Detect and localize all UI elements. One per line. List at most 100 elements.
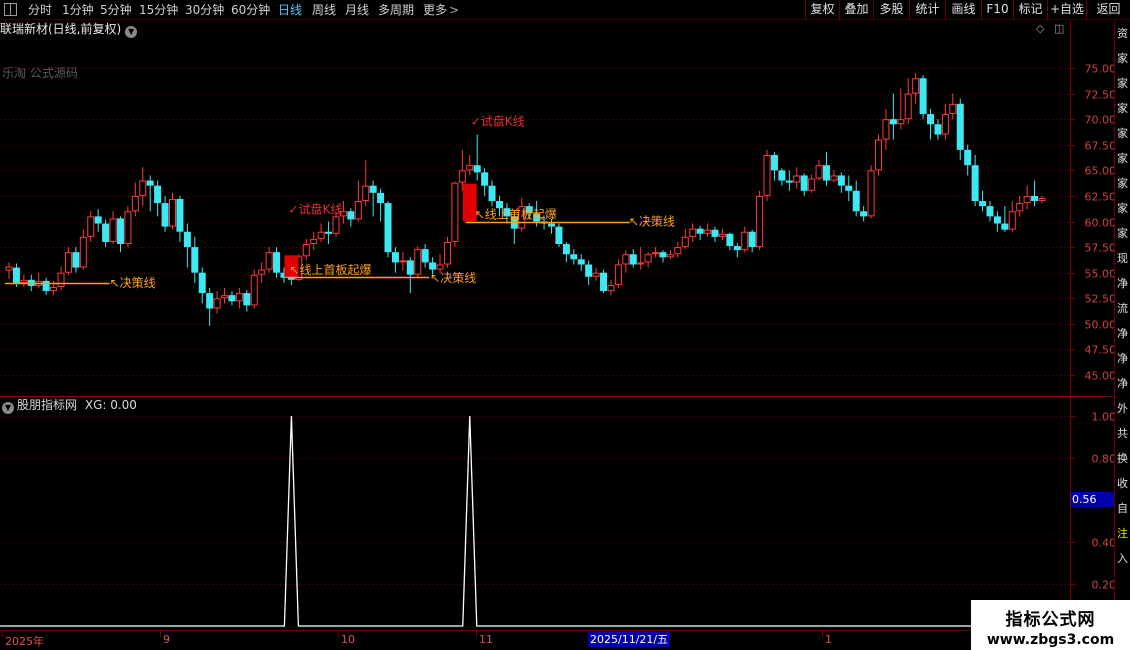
price-tick-label: 45.00 [1085, 370, 1117, 383]
candle-body-down [176, 198, 184, 232]
candle-body-down [971, 165, 979, 202]
candle-body-down [629, 254, 637, 265]
candle-body-up [1038, 197, 1046, 202]
candle-body-down [726, 233, 734, 247]
candle-body-up [362, 185, 370, 202]
current-date: 2025/11/21/五 [588, 632, 671, 647]
candle-body-down [964, 149, 972, 166]
decision-label: ↖决策线 [110, 276, 156, 290]
candle-body-up [644, 254, 652, 263]
indicator-title: ▼ 股朋指标网 XG: 0.00 [2, 398, 137, 414]
candle-body-down [154, 185, 162, 204]
candle-body-down [183, 231, 191, 248]
candle-body-up [763, 154, 771, 196]
candle-body-down [421, 249, 429, 263]
strip-char: 注 [1117, 527, 1128, 540]
date-tick [822, 631, 823, 637]
candle-body-up [414, 249, 422, 275]
candle-body-up [317, 231, 325, 239]
candle-body-up [443, 241, 451, 265]
strip-char: 净 [1117, 327, 1128, 340]
candle-body-up [689, 228, 697, 237]
trial-k-label: ✓试盘K线 [288, 201, 342, 216]
candle-body-up [109, 218, 117, 242]
candle-body-up [1008, 211, 1016, 230]
candle-body-down [473, 165, 481, 173]
price-tick-label: 57.50 [1085, 242, 1117, 255]
candle-body-down [1031, 195, 1039, 202]
candle-body-down [927, 114, 935, 125]
candle-body-down [228, 295, 236, 302]
candle-body-down [852, 190, 860, 212]
candle-body-down [429, 262, 437, 270]
chevron-down-icon[interactable]: ▼ [2, 402, 14, 414]
date-tick [160, 631, 161, 637]
candle-body-down [488, 185, 496, 202]
candle-body-up [235, 293, 243, 302]
candle-body-up [867, 170, 875, 217]
candle-body-up [1016, 203, 1024, 212]
candle-body-down [481, 172, 489, 186]
price-tick-label: 47.50 [1085, 344, 1117, 357]
candle-body-up [592, 272, 600, 277]
date-label-oct: 10 [341, 633, 355, 646]
candle-body-down [384, 203, 392, 253]
price-chart[interactable]: 75.00 72.50 70.00 67.50 65.00 62.50 60.00 57.50… [0, 0, 1130, 650]
candle-body-down [822, 165, 830, 181]
candle-body-down [243, 293, 251, 306]
candle-body-up [50, 286, 58, 292]
strip-char: 净 [1117, 377, 1128, 390]
candle-body-up [949, 103, 957, 115]
candle-body-down [986, 206, 994, 217]
strip-char: 入 [1117, 552, 1128, 565]
indicator-name: 股朋指标网 [17, 398, 78, 412]
right-info-strip: 资家家家家家家家家现净流净净净外共换收自注入 [1114, 21, 1130, 630]
strip-char: 净 [1117, 352, 1128, 365]
strip-char: 资 [1117, 27, 1128, 40]
candle-body-up [718, 233, 726, 237]
candle-body-up [250, 274, 258, 306]
candle-body-up [310, 238, 318, 245]
date-label-jan: 1 [825, 633, 832, 646]
candle-body-down [1001, 223, 1009, 230]
candle-body-up [265, 252, 273, 270]
candle-body-down [94, 216, 102, 224]
candle-body-down [198, 272, 206, 294]
candle-body-up [912, 78, 920, 94]
candle-body-down [273, 252, 281, 273]
candle-body-up [941, 114, 949, 135]
indicator-tick-label: 0.80 [1092, 453, 1117, 466]
candle-body-down [369, 185, 377, 193]
candle-body-down [889, 119, 897, 125]
price-tick-label: 67.50 [1085, 140, 1117, 153]
candle-body-down [377, 192, 385, 204]
candle-body-up [614, 264, 622, 285]
candle-body-down [770, 154, 778, 171]
price-tick-label: 50.00 [1085, 319, 1117, 332]
date-label-nov: 11 [479, 633, 493, 646]
candle-body-down [979, 201, 987, 207]
candle-body-up [302, 244, 310, 257]
date-tick [476, 631, 477, 637]
strip-char: 净 [1117, 277, 1128, 290]
decision-label: ↖决策线 [430, 271, 476, 285]
candle-body-down [562, 244, 570, 255]
trial-k-label: ✓试盘K线 [471, 114, 525, 129]
candle-body-down [993, 216, 1001, 224]
candle-body-up [793, 175, 801, 183]
candle-body-down [785, 180, 793, 183]
candle-body-down [956, 103, 964, 150]
price-axis: 75.00 72.50 70.00 67.50 65.00 62.50 60.00 57.50… [1070, 63, 1116, 592]
candle-body-up [5, 266, 13, 271]
candle-body-up [20, 279, 28, 283]
brand-url: www.zbgs3.com [986, 632, 1115, 648]
candle-body-up [168, 198, 176, 227]
indicator-pane [0, 415, 1070, 627]
candle-body-down [116, 218, 124, 245]
price-tick-label: 55.00 [1085, 268, 1117, 281]
candle-body-up [622, 254, 630, 265]
candle-body-down [837, 175, 845, 186]
price-tick-label: 60.00 [1085, 217, 1117, 230]
candle-body-down [600, 272, 608, 292]
strip-char: 流 [1117, 302, 1128, 315]
